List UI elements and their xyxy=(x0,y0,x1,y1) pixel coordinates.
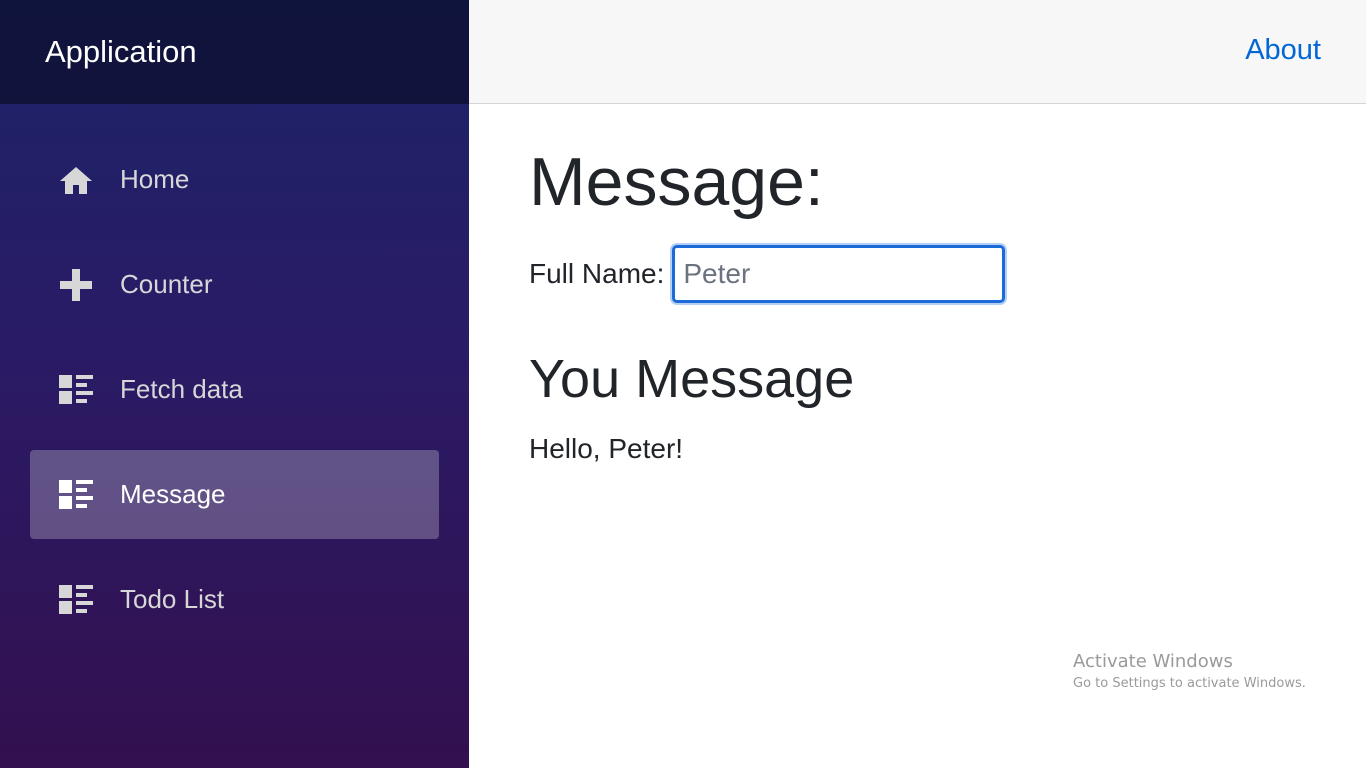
nav-item-home[interactable]: Home xyxy=(30,135,439,224)
list-rich-icon xyxy=(59,584,93,616)
home-icon xyxy=(59,164,93,196)
plus-icon xyxy=(59,268,93,301)
full-name-input[interactable] xyxy=(672,245,1006,303)
watermark-subtitle: Go to Settings to activate Windows. xyxy=(1073,676,1306,691)
full-name-row: Full Name: xyxy=(529,245,1329,303)
nav-item-label: Counter xyxy=(120,269,213,299)
activation-watermark: Activate Windows Go to Settings to activ… xyxy=(1073,651,1306,695)
nav-item-todo-list[interactable]: Todo List xyxy=(30,555,439,644)
page-title: Message: xyxy=(529,144,824,220)
about-link[interactable]: About xyxy=(1245,34,1321,67)
nav-menu: Home Counter Fetch data Message Todo Lis… xyxy=(30,135,439,660)
list-rich-icon xyxy=(59,374,93,406)
top-row: About xyxy=(469,0,1366,104)
nav-item-fetch-data[interactable]: Fetch data xyxy=(30,345,439,434)
brand-bar: Application xyxy=(0,0,469,104)
list-rich-icon xyxy=(59,479,93,511)
sidebar: Application Home Counter Fetch data Mess… xyxy=(0,0,469,768)
nav-item-label: Home xyxy=(120,164,190,194)
section-title: You Message xyxy=(529,349,855,409)
main-content: Message: Full Name: You Message Hello, P… xyxy=(529,104,1329,465)
nav-item-label: Fetch data xyxy=(120,374,243,404)
app-window: Application Home Counter Fetch data Mess… xyxy=(0,0,1366,768)
greeting-text: Hello, Peter! xyxy=(529,433,684,464)
full-name-label: Full Name: xyxy=(529,258,665,289)
brand-title[interactable]: Application xyxy=(45,34,197,70)
nav-item-counter[interactable]: Counter xyxy=(30,240,439,329)
nav-item-label: Todo List xyxy=(120,584,225,614)
nav-item-message[interactable]: Message xyxy=(30,450,439,539)
nav-item-label: Message xyxy=(120,479,226,509)
watermark-title: Activate Windows xyxy=(1073,651,1233,672)
